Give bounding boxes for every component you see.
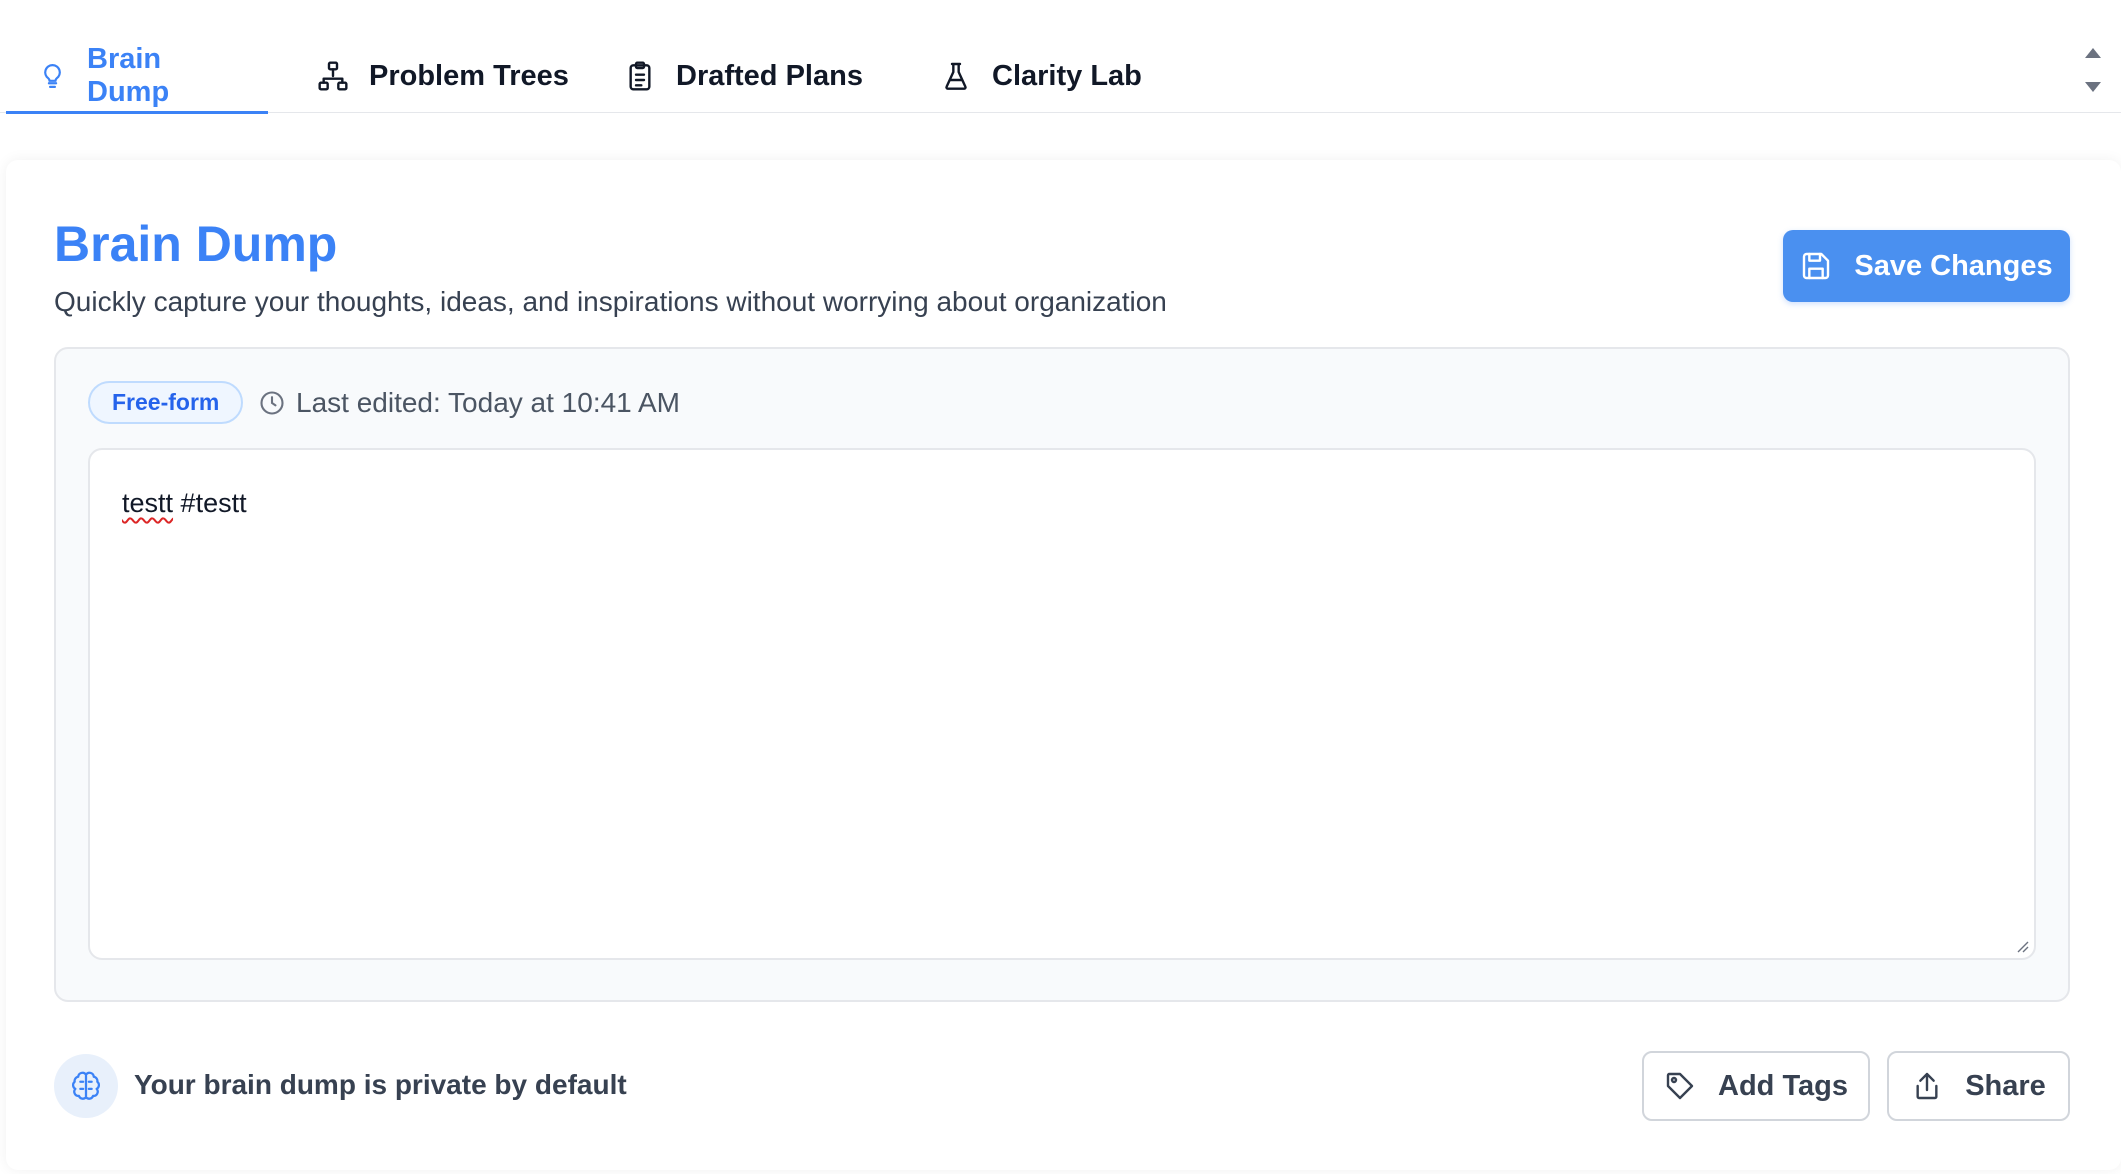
content-tag: #testt <box>180 488 247 518</box>
tab-label: Problem Trees <box>369 59 569 92</box>
content-word: testt <box>122 488 174 518</box>
tab-brain-dump[interactable]: Brain Dump <box>6 40 268 114</box>
share-icon <box>1916 1072 1938 1100</box>
last-edited-status: Last edited: Today at 10:41 AM <box>258 385 680 421</box>
tab-label: Drafted Plans <box>676 59 863 92</box>
brain-dump-textarea[interactable]: testt #testt <box>88 448 2036 960</box>
add-tags-label: Add Tags <box>1718 1069 1848 1102</box>
share-label: Share <box>1965 1069 2046 1102</box>
page-title: Brain Dump <box>54 216 338 272</box>
save-label: Save Changes <box>1854 249 2053 282</box>
tab-scroll-arrows[interactable] <box>2083 48 2103 116</box>
resize-handle-icon[interactable] <box>2014 938 2030 954</box>
lightbulb-icon <box>44 64 61 88</box>
last-edited-text: Last edited: Today at 10:41 AM <box>296 387 680 418</box>
clipboard-icon <box>629 61 651 91</box>
save-icon <box>1803 252 1830 280</box>
save-changes-button[interactable]: Save Changes <box>1783 230 2070 302</box>
scroll-down-icon[interactable] <box>2085 82 2101 92</box>
tab-drafted-plans[interactable]: Drafted Plans <box>592 40 895 112</box>
page-subtitle: Quickly capture your thoughts, ideas, an… <box>54 286 1167 317</box>
tab-label: Brain Dump <box>87 43 170 108</box>
tag-icon <box>1666 1072 1694 1100</box>
tab-label: Clarity Lab <box>992 59 1142 92</box>
mode-badge: Free-form <box>88 381 244 424</box>
scroll-up-icon[interactable] <box>2085 48 2101 58</box>
brain-icon <box>54 1054 118 1118</box>
privacy-note: Your brain dump is private by default <box>134 1069 627 1100</box>
tab-bar: Brain Dump Problem Trees Drafted Plans C… <box>0 0 2121 116</box>
clock-icon <box>260 391 284 415</box>
flask-icon <box>945 62 967 90</box>
network-icon <box>318 61 348 91</box>
tab-clarity-lab[interactable]: Clarity Lab <box>908 40 1174 112</box>
share-button[interactable]: Share <box>1887 1051 2070 1121</box>
add-tags-button[interactable]: Add Tags <box>1642 1051 1870 1121</box>
tab-problem-trees[interactable]: Problem Trees <box>285 40 601 112</box>
